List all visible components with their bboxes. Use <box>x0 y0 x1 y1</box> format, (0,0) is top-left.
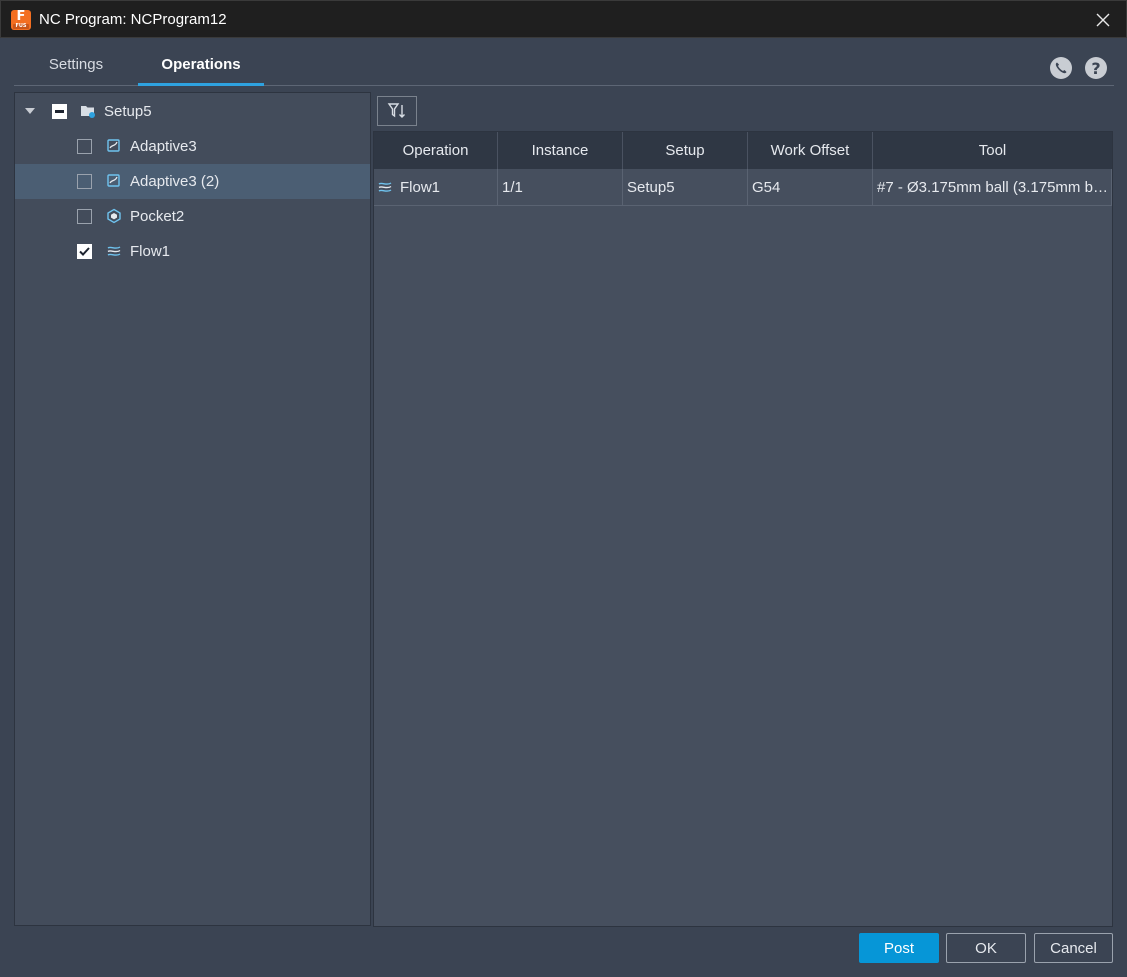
tree-item-label: Adaptive3 (2) <box>130 173 220 190</box>
adaptive3-2-checkbox[interactable] <box>77 174 92 189</box>
app-icon-badge: FUS <box>13 24 29 29</box>
tree-item-flow1[interactable]: Flow1 <box>15 234 370 269</box>
setup-folder-icon <box>81 106 95 118</box>
tree-item-adaptive3[interactable]: Adaptive3 <box>15 129 370 164</box>
filter-sort-button[interactable] <box>377 96 417 126</box>
operations-grid: Operation Instance Setup Work Offset Too… <box>373 131 1113 927</box>
post-button[interactable]: Post <box>859 933 939 963</box>
operations-tree: Setup5 Adaptive3 Adaptive3 (2) Pocket2 F… <box>14 92 371 926</box>
tree-item-label: Pocket2 <box>130 208 185 225</box>
tree-item-label: Flow1 <box>130 243 171 260</box>
adaptive-icon <box>107 174 120 187</box>
column-header-setup[interactable]: Setup <box>623 132 748 169</box>
tree-item-adaptive3-2[interactable]: Adaptive3 (2) <box>15 164 370 199</box>
table-row[interactable]: Flow1 1/1 Setup5 G54 #7 - Ø3.175mm ball … <box>374 169 1112 206</box>
adaptive3-checkbox[interactable] <box>77 139 92 154</box>
cancel-button[interactable]: Cancel <box>1034 933 1113 963</box>
pocket-icon <box>107 208 121 224</box>
tab-operations[interactable]: Operations <box>138 46 264 86</box>
window-title: NC Program: NCProgram12 <box>39 11 227 28</box>
close-icon <box>1096 13 1110 26</box>
filter-sort-icon <box>387 103 405 118</box>
cell-operation-text: Flow1 <box>400 179 441 196</box>
close-button[interactable] <box>1080 1 1126 38</box>
tab-bar: Settings Operations <box>14 46 1114 86</box>
help-icon[interactable]: ? <box>1085 57 1107 79</box>
column-header-tool[interactable]: Tool <box>873 132 1112 169</box>
expand-caret-icon[interactable] <box>25 108 35 114</box>
help-glyph: ? <box>1091 58 1101 78</box>
tree-root-setup[interactable]: Setup5 <box>15 94 370 129</box>
check-icon <box>79 247 90 256</box>
cell-tool: #7 - Ø3.175mm ball (3.175mm ball) <box>873 169 1112 206</box>
pocket2-checkbox[interactable] <box>77 209 92 224</box>
flow1-checkbox[interactable] <box>77 244 92 259</box>
column-header-instance[interactable]: Instance <box>498 132 623 169</box>
tree-item-label: Adaptive3 <box>130 138 197 155</box>
cell-work-offset: G54 <box>748 169 873 206</box>
fusion-app-icon: F FUS <box>11 10 31 30</box>
column-header-work-offset[interactable]: Work Offset <box>748 132 873 169</box>
setup-checkbox[interactable] <box>52 104 67 119</box>
ok-button[interactable]: OK <box>946 933 1026 963</box>
title-bar: F FUS NC Program: NCProgram12 <box>0 0 1127 38</box>
flow-icon <box>107 246 121 256</box>
phone-icon[interactable] <box>1050 57 1072 79</box>
cell-setup: Setup5 <box>623 169 748 206</box>
column-header-operation[interactable]: Operation <box>374 132 498 169</box>
grid-header: Operation Instance Setup Work Offset Too… <box>374 132 1112 169</box>
tab-settings[interactable]: Settings <box>28 46 124 84</box>
cell-operation: Flow1 <box>374 169 498 206</box>
tree-root-label: Setup5 <box>104 103 152 120</box>
adaptive-icon <box>107 139 120 152</box>
tree-item-pocket2[interactable]: Pocket2 <box>15 199 370 234</box>
phone-glyph <box>1055 62 1067 74</box>
flow-icon <box>378 182 392 192</box>
cell-instance: 1/1 <box>498 169 623 206</box>
app-icon-letter: F <box>16 9 26 24</box>
